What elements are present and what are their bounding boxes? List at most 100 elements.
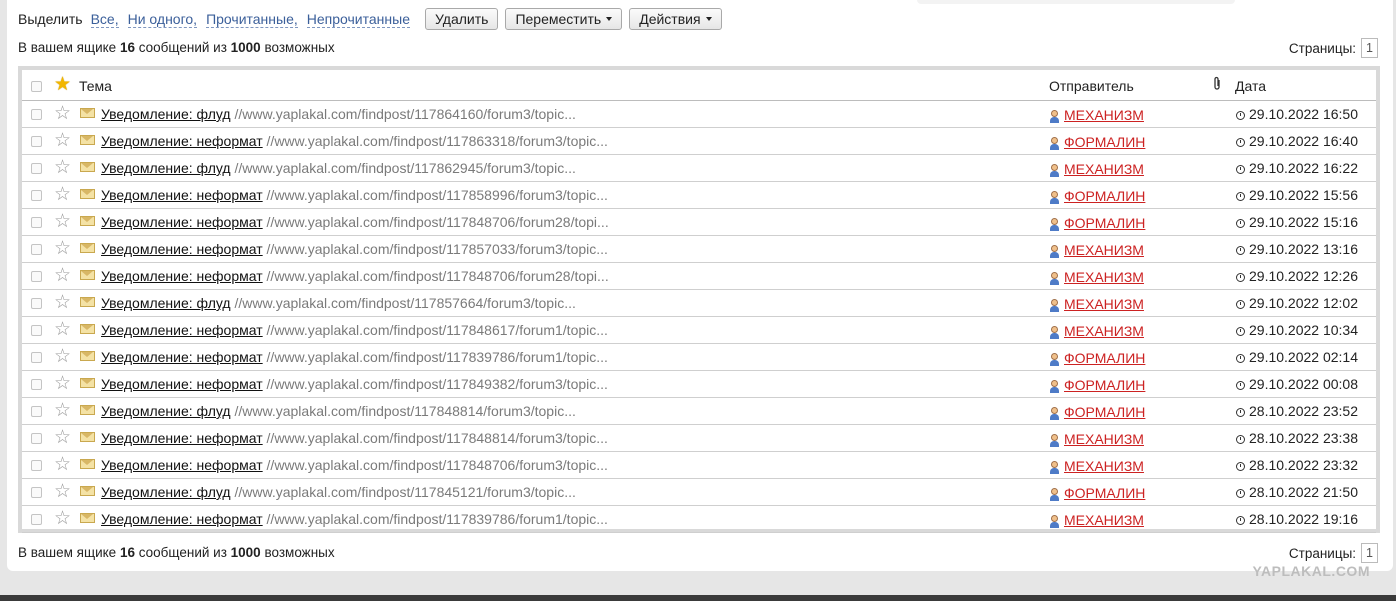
star-icon[interactable]: ☆ <box>54 346 71 368</box>
subject-link[interactable]: Уведомление: флуд <box>101 106 231 122</box>
star-icon[interactable]: ☆ <box>54 211 71 233</box>
actions-button[interactable]: Действия <box>629 8 722 30</box>
sender-link[interactable]: ФОРМАЛИН <box>1064 350 1145 366</box>
table-row[interactable]: ☆ Уведомление: неформат //www.yaplakal.co… <box>22 209 1376 236</box>
select-unread-link[interactable]: Непрочитанные <box>306 11 410 28</box>
subject-link[interactable]: Уведомление: неформат <box>101 268 263 284</box>
subject-link[interactable]: Уведомление: неформат <box>101 511 263 527</box>
table-row[interactable]: ☆ Уведомление: неформат //www.yaplakal.co… <box>22 263 1376 290</box>
table-row[interactable]: ☆ Уведомление: флуд //www.yaplakal.com/fi… <box>22 479 1376 506</box>
sender-link[interactable]: ФОРМАЛИН <box>1064 134 1145 150</box>
table-row[interactable]: ☆ Уведомление: неформат //www.yaplakal.co… <box>22 344 1376 371</box>
subject-link[interactable]: Уведомление: неформат <box>101 430 263 446</box>
row-checkbox[interactable] <box>31 298 42 309</box>
sender-link[interactable]: МЕХАНИЗМ <box>1064 323 1144 339</box>
row-checkbox[interactable] <box>31 136 42 147</box>
page-number-button[interactable]: 1 <box>1361 38 1378 58</box>
select-all-checkbox[interactable] <box>31 81 42 92</box>
row-checkbox[interactable] <box>31 244 42 255</box>
subject-link[interactable]: Уведомление: неформат <box>101 214 263 230</box>
row-checkbox[interactable] <box>31 109 42 120</box>
star-icon[interactable]: ☆ <box>54 427 71 449</box>
table-row[interactable]: ☆ Уведомление: неформат //www.yaplakal.co… <box>22 182 1376 209</box>
move-button[interactable]: Переместить <box>505 8 623 30</box>
star-icon[interactable]: ☆ <box>54 454 71 476</box>
sender-link[interactable]: МЕХАНИЗМ <box>1064 296 1144 312</box>
table-row[interactable]: ☆ Уведомление: неформат //www.yaplakal.co… <box>22 506 1376 533</box>
row-checkbox[interactable] <box>31 460 42 471</box>
star-icon[interactable]: ☆ <box>54 265 71 287</box>
table-row[interactable]: ☆ Уведомление: флуд //www.yaplakal.com/fi… <box>22 290 1376 317</box>
star-icon[interactable]: ☆ <box>54 508 71 530</box>
user-icon <box>1049 488 1060 501</box>
paperclip-icon[interactable] <box>1212 76 1222 97</box>
subject-link[interactable]: Уведомление: флуд <box>101 484 231 500</box>
sender-link[interactable]: ФОРМАЛИН <box>1064 215 1145 231</box>
subject-link[interactable]: Уведомление: неформат <box>101 349 263 365</box>
row-checkbox[interactable] <box>31 325 42 336</box>
sender-link[interactable]: ФОРМАЛИН <box>1064 485 1145 501</box>
subject-link[interactable]: Уведомление: неформат <box>101 457 263 473</box>
row-checkbox[interactable] <box>31 487 42 498</box>
subject-link[interactable]: Уведомление: неформат <box>101 187 263 203</box>
row-checkbox[interactable] <box>31 271 42 282</box>
sender-link[interactable]: ФОРМАЛИН <box>1064 404 1145 420</box>
message-subject: Уведомление: неформат //www.yaplakal.com… <box>101 511 608 527</box>
select-read-link[interactable]: Прочитанные, <box>206 11 298 28</box>
row-checkbox[interactable] <box>31 514 42 525</box>
select-none-link[interactable]: Ни одного, <box>127 11 198 28</box>
sender-link[interactable]: ФОРМАЛИН <box>1064 188 1145 204</box>
column-header-sender[interactable]: Отправитель <box>1049 78 1134 94</box>
row-checkbox[interactable] <box>31 433 42 444</box>
subject-link[interactable]: Уведомление: флуд <box>101 403 231 419</box>
select-all-link[interactable]: Все, <box>90 11 119 28</box>
table-row[interactable]: ☆ Уведомление: неформат //www.yaplakal.co… <box>22 236 1376 263</box>
row-checkbox[interactable] <box>31 379 42 390</box>
pagination-top: Страницы: 1 <box>1289 38 1378 58</box>
subject-link[interactable]: Уведомление: неформат <box>101 376 263 392</box>
sender-link[interactable]: МЕХАНИЗМ <box>1064 431 1144 447</box>
summary-max: 1000 <box>230 40 261 55</box>
star-icon[interactable]: ★ <box>54 74 71 96</box>
subject-link[interactable]: Уведомление: неформат <box>101 133 263 149</box>
subject-link[interactable]: Уведомление: флуд <box>101 295 231 311</box>
star-icon[interactable]: ☆ <box>54 400 71 422</box>
table-row[interactable]: ☆ Уведомление: неформат //www.yaplakal.co… <box>22 317 1376 344</box>
sender-link[interactable]: МЕХАНИЗМ <box>1064 242 1144 258</box>
star-icon[interactable]: ☆ <box>54 103 71 125</box>
sender-link[interactable]: ФОРМАЛИН <box>1064 377 1145 393</box>
sender-link[interactable]: МЕХАНИЗМ <box>1064 161 1144 177</box>
table-row[interactable]: ☆ Уведомление: неформат //www.yaplakal.co… <box>22 371 1376 398</box>
page-number-button[interactable]: 1 <box>1361 543 1378 563</box>
table-row[interactable]: ☆ Уведомление: неформат //www.yaplakal.co… <box>22 425 1376 452</box>
sender-link[interactable]: МЕХАНИЗМ <box>1064 512 1144 528</box>
table-row[interactable]: ☆ Уведомление: флуд //www.yaplakal.com/fi… <box>22 398 1376 425</box>
table-row[interactable]: ☆ Уведомление: неформат //www.yaplakal.co… <box>22 128 1376 155</box>
star-icon[interactable]: ☆ <box>54 238 71 260</box>
clock-icon <box>1236 516 1245 525</box>
row-checkbox[interactable] <box>31 190 42 201</box>
sender-link[interactable]: МЕХАНИЗМ <box>1064 269 1144 285</box>
sender-link[interactable]: МЕХАНИЗМ <box>1064 458 1144 474</box>
star-icon[interactable]: ☆ <box>54 373 71 395</box>
sender-link[interactable]: МЕХАНИЗМ <box>1064 107 1144 123</box>
row-checkbox[interactable] <box>31 217 42 228</box>
column-header-date[interactable]: Дата <box>1235 78 1266 94</box>
table-row[interactable]: ☆ Уведомление: флуд //www.yaplakal.com/fi… <box>22 155 1376 182</box>
subject-link[interactable]: Уведомление: неформат <box>101 322 263 338</box>
table-row[interactable]: ☆ Уведомление: неформат //www.yaplakal.co… <box>22 452 1376 479</box>
star-icon[interactable]: ☆ <box>54 481 71 503</box>
table-row[interactable]: ☆ Уведомление: флуд //www.yaplakal.com/fi… <box>22 101 1376 128</box>
subject-link[interactable]: Уведомление: неформат <box>101 241 263 257</box>
row-checkbox[interactable] <box>31 352 42 363</box>
row-checkbox[interactable] <box>31 163 42 174</box>
star-icon[interactable]: ☆ <box>54 184 71 206</box>
row-checkbox[interactable] <box>31 406 42 417</box>
star-icon[interactable]: ☆ <box>54 319 71 341</box>
star-icon[interactable]: ☆ <box>54 130 71 152</box>
subject-link[interactable]: Уведомление: флуд <box>101 160 231 176</box>
column-header-theme[interactable]: Тема <box>79 78 112 94</box>
star-icon[interactable]: ☆ <box>54 157 71 179</box>
delete-button[interactable]: Удалить <box>424 8 499 30</box>
star-icon[interactable]: ☆ <box>54 292 71 314</box>
